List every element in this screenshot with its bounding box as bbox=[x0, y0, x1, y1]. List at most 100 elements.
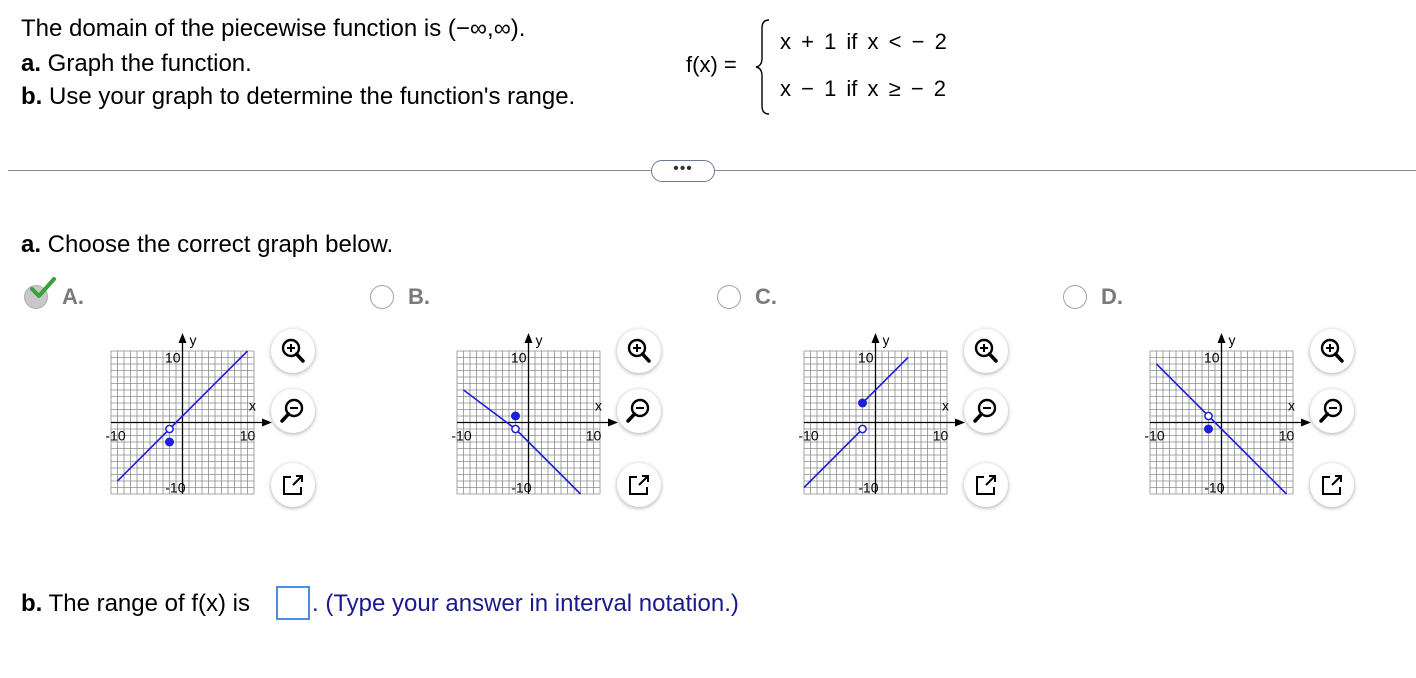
y-axis-arrow bbox=[1217, 333, 1226, 343]
closed-point bbox=[511, 411, 520, 421]
tick-label-x-min: -10 bbox=[798, 428, 818, 444]
zoom-in-icon bbox=[281, 338, 305, 363]
choice-a[interactable]: A. y x 10 -10 -10 10 bbox=[24, 277, 344, 523]
choice-b-radio[interactable] bbox=[370, 285, 394, 309]
tick-label-y-min: -10 bbox=[511, 480, 531, 496]
choice-d-label: D. bbox=[1101, 284, 1123, 309]
choice-c-radio[interactable] bbox=[717, 285, 741, 309]
expand-icon bbox=[283, 475, 303, 495]
tick-label-y-min: -10 bbox=[1204, 480, 1224, 496]
zoom-in-button[interactable] bbox=[617, 329, 661, 373]
function-piece-1: x + 1 if x < − 2 bbox=[780, 29, 947, 54]
part-b-prompt-marker: b. bbox=[21, 590, 43, 617]
expand-graph-button[interactable] bbox=[617, 463, 661, 507]
tick-label-y-min: -10 bbox=[165, 480, 185, 496]
tick-label-y-max: 10 bbox=[165, 350, 181, 366]
part-a-text: Graph the function. bbox=[41, 50, 252, 77]
x-axis-arrow bbox=[262, 418, 272, 427]
closed-point bbox=[165, 437, 174, 447]
graph-b: y x 10 -10 -10 10 bbox=[402, 323, 632, 523]
graph-d-svg: y x 10 -10 -10 10 bbox=[1144, 332, 1311, 496]
y-axis-arrow bbox=[871, 333, 880, 343]
zoom-in-icon bbox=[1320, 338, 1344, 363]
open-point bbox=[165, 424, 174, 434]
choice-a-label: A. bbox=[62, 284, 84, 309]
tick-label-y-max: 10 bbox=[1204, 350, 1220, 366]
open-point bbox=[1204, 411, 1213, 421]
tick-label-x-min: -10 bbox=[1144, 428, 1164, 444]
open-point bbox=[858, 424, 867, 434]
expand-icon bbox=[629, 475, 649, 495]
zoom-out-button[interactable] bbox=[964, 389, 1008, 433]
tick-label-x-max: 10 bbox=[586, 428, 602, 444]
x-axis-label: x bbox=[1288, 398, 1295, 414]
zoom-out-button[interactable] bbox=[271, 389, 315, 433]
choice-c[interactable]: C. y x 10 -10 -10 10 bbox=[717, 283, 1037, 523]
zoom-out-button[interactable] bbox=[1310, 389, 1354, 433]
part-a-prompt: a. Choose the correct graph below. bbox=[21, 231, 393, 259]
part-b-hint: . (Type your answer in interval notation… bbox=[312, 590, 739, 617]
choice-d[interactable]: D. y x 10 -10 -10 10 bbox=[1063, 283, 1383, 523]
part-b-prompt-text: The range of f(x) is bbox=[42, 590, 250, 617]
tick-label-y-max: 10 bbox=[858, 350, 874, 366]
function-brace bbox=[755, 19, 770, 115]
x-axis-arrow bbox=[955, 418, 965, 427]
closed-point bbox=[1204, 424, 1213, 434]
graph-a-svg: y x 10 -10 -10 10 bbox=[105, 332, 272, 496]
zoom-out-icon bbox=[280, 398, 304, 423]
zoom-in-button[interactable] bbox=[1310, 329, 1354, 373]
part-a-prompt-text: Choose the correct graph below. bbox=[41, 231, 394, 258]
y-axis-label: y bbox=[883, 332, 890, 348]
function-name: f(x) = bbox=[686, 52, 737, 77]
expand-graph-button[interactable] bbox=[1310, 463, 1354, 507]
zoom-out-icon bbox=[1319, 398, 1343, 423]
part-b-marker: b. bbox=[21, 83, 43, 110]
range-answer-input[interactable] bbox=[276, 586, 310, 620]
expand-icon bbox=[976, 475, 996, 495]
zoom-in-icon bbox=[627, 338, 651, 363]
zoom-out-icon bbox=[626, 398, 650, 423]
open-point bbox=[511, 424, 520, 434]
graph-a: y x 10 -10 -10 10 bbox=[56, 323, 286, 523]
tick-label-x-min: -10 bbox=[451, 428, 471, 444]
expand-graph-button[interactable] bbox=[271, 463, 315, 507]
y-axis-label: y bbox=[190, 332, 197, 348]
x-axis-label: x bbox=[595, 398, 602, 414]
tick-label-y-min: -10 bbox=[858, 480, 878, 496]
zoom-out-button[interactable] bbox=[617, 389, 661, 433]
check-icon bbox=[30, 277, 56, 298]
zoom-in-button[interactable] bbox=[271, 329, 315, 373]
function-piece-2: x − 1 if x ≥ − 2 bbox=[780, 76, 947, 101]
expand-ellipsis-button[interactable]: ••• bbox=[651, 160, 715, 182]
choice-d-radio[interactable] bbox=[1063, 285, 1087, 309]
part-a-marker: a. bbox=[21, 50, 42, 77]
expand-graph-button[interactable] bbox=[964, 463, 1008, 507]
tick-label-y-max: 10 bbox=[511, 350, 527, 366]
x-axis-arrow bbox=[1301, 418, 1311, 427]
graph-d: y x 10 -10 -10 10 bbox=[1095, 323, 1325, 523]
zoom-in-button[interactable] bbox=[964, 329, 1008, 373]
tick-label-x-min: -10 bbox=[105, 428, 125, 444]
tick-label-x-max: 10 bbox=[1279, 428, 1295, 444]
x-axis-label: x bbox=[249, 398, 256, 414]
x-axis-label: x bbox=[942, 398, 949, 414]
question-domain: The domain of the piecewise function is … bbox=[21, 15, 526, 42]
zoom-out-icon bbox=[973, 398, 997, 423]
graph-c-svg: y x 10 -10 -10 10 bbox=[798, 332, 965, 496]
part-a-prompt-marker: a. bbox=[21, 231, 42, 258]
part-b-text: Use your graph to determine the function… bbox=[42, 83, 576, 110]
question-part-a: a. Graph the function. bbox=[21, 50, 252, 78]
graph-c: y x 10 -10 -10 10 bbox=[749, 323, 979, 523]
y-axis-arrow bbox=[178, 333, 187, 343]
choice-b[interactable]: B. y x 10 -10 -10 10 bbox=[370, 283, 690, 523]
choice-b-label: B. bbox=[408, 284, 430, 309]
graph-b-svg: y x 10 -10 -10 10 bbox=[451, 332, 618, 496]
closed-point bbox=[858, 398, 867, 408]
y-axis-label: y bbox=[536, 332, 543, 348]
choice-c-label: C. bbox=[755, 284, 777, 309]
tick-label-x-max: 10 bbox=[240, 428, 256, 444]
expand-icon bbox=[1322, 475, 1342, 495]
y-axis-label: y bbox=[1229, 332, 1236, 348]
zoom-in-icon bbox=[974, 338, 998, 363]
y-axis-arrow bbox=[524, 333, 533, 343]
